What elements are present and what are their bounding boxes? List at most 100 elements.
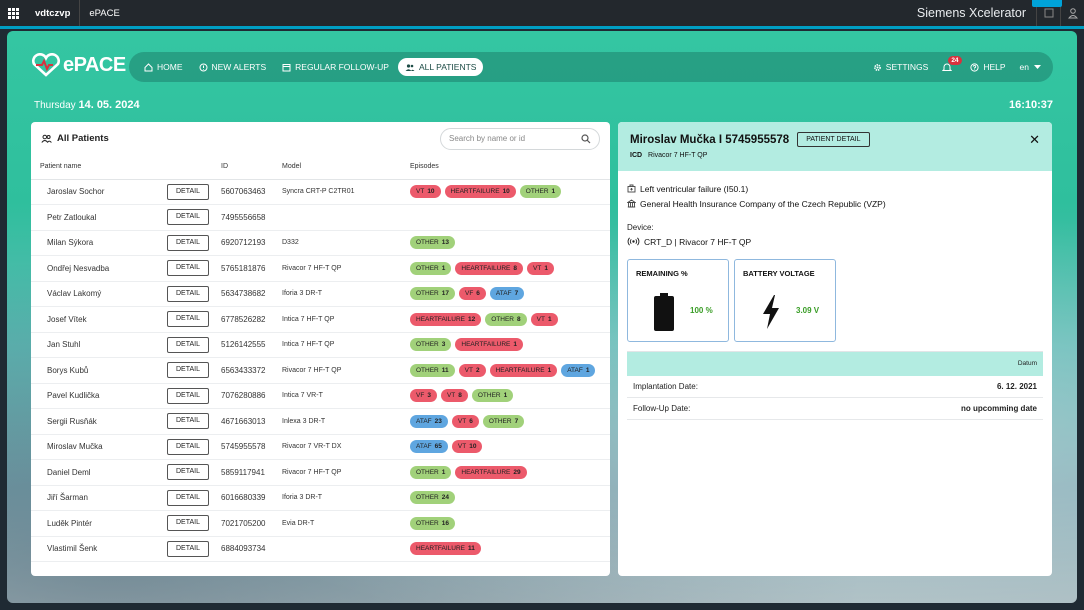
detail-button[interactable]: DETAIL (167, 413, 209, 430)
patient-id: 7021705200 (221, 510, 282, 537)
episode-tag[interactable]: HEARTFAILURE 1 (455, 338, 524, 352)
episodes-cell: OTHER 17 VF 6 ATAF 7 (410, 281, 610, 307)
logo[interactable]: ePACE (31, 53, 126, 77)
episode-tag[interactable]: VF 3 (410, 389, 437, 403)
column-header-id[interactable]: ID (221, 155, 282, 180)
device-model: Intica 7 VR-T (282, 383, 410, 409)
episode-tag[interactable]: VT 8 (440, 389, 468, 403)
table-row[interactable]: Sergii Rusňák DETAIL 4671663013 Inlexa 3 DR… (31, 408, 610, 435)
detail-button[interactable]: DETAIL (167, 515, 209, 532)
table-row[interactable]: Ondřej Nesvadba DETAIL 5765181876 Rivacor 7… (31, 255, 610, 282)
episode-tag[interactable]: HEARTFAILURE 10 (444, 185, 516, 199)
table-row[interactable]: Petr Zatloukal DETAIL 7495556658 (31, 204, 610, 231)
detail-button[interactable]: DETAIL (167, 362, 209, 379)
detail-button[interactable]: DETAIL (167, 311, 209, 328)
episode-tag[interactable]: OTHER 1 (519, 185, 562, 199)
diagnosis-line: Left ventricular failure (I50.1) (627, 181, 1043, 196)
episode-tag[interactable]: OTHER 16 (410, 516, 455, 530)
table-row[interactable]: Luděk Pintér DETAIL 7021705200 Evia DR-T OTH… (31, 510, 610, 537)
column-header-episodes[interactable]: Episodes (410, 155, 610, 180)
patient-id: 6920712193 (221, 230, 282, 256)
table-row[interactable]: Borys Kubů DETAIL 6563433372 Rivacor 7 HF-T… (31, 357, 610, 384)
language-select[interactable]: en (1020, 62, 1045, 72)
episode-tag[interactable]: HEARTFAILURE 29 (455, 465, 527, 479)
search-icon[interactable] (581, 133, 591, 144)
episode-tag[interactable]: VF 6 (458, 287, 486, 301)
detail-button[interactable]: DETAIL (167, 540, 209, 557)
table-row[interactable]: Vlastimil Šenk DETAIL 6884093734 HEARTFAILU… (31, 536, 610, 562)
nav-regular-follow-up[interactable]: REGULAR FOLLOW-UP (275, 58, 396, 76)
episode-tag[interactable]: OTHER 24 (410, 491, 455, 505)
episode-tag[interactable]: HEARTFAILURE 8 (455, 261, 524, 275)
episode-tag[interactable]: VT 10 (451, 440, 483, 454)
table-row[interactable]: Jaroslav Sochor DETAIL 5607063463 Syncra CR… (31, 179, 610, 205)
episode-tag[interactable]: OTHER 17 (410, 287, 455, 301)
battery-voltage-card: BATTERY VOLTAGE 3.09 V (734, 259, 836, 342)
settings-label: SETTINGS (885, 62, 929, 72)
detail-button[interactable]: DETAIL (167, 234, 209, 251)
patient-name: Jaroslav Sochor (31, 179, 167, 205)
detail-button[interactable]: DETAIL (167, 209, 209, 226)
detail-button[interactable]: DETAIL (167, 489, 209, 506)
episode-tag[interactable]: OTHER 1 (410, 465, 452, 479)
users-icon (41, 134, 52, 143)
episode-tag[interactable]: HEARTFAILURE 12 (410, 312, 482, 326)
episode-tag[interactable]: OTHER 11 (410, 363, 455, 377)
table-row[interactable]: Jiří Šarman DETAIL 6016680339 Iforia 3 DR-T… (31, 485, 610, 511)
patients-panel: All Patients Search by name or id Patien… (31, 122, 610, 576)
detail-button[interactable]: DETAIL (167, 260, 209, 277)
table-row[interactable]: Miroslav Mučka DETAIL 5745955578 Rivacor 7 … (31, 434, 610, 460)
episode-tag[interactable]: ATAF 23 (410, 414, 448, 428)
detail-button[interactable]: DETAIL (167, 336, 209, 353)
table-row[interactable]: Josef Vítek DETAIL 6778526282 Intica 7 HF-T… (31, 306, 610, 333)
detail-button[interactable]: DETAIL (167, 387, 209, 404)
episodes-cell: OTHER 16 (410, 510, 610, 537)
patient-id: 5634738682 (221, 281, 282, 307)
episode-tag[interactable]: OTHER 13 (410, 236, 455, 250)
column-header-model[interactable]: Model (282, 155, 410, 180)
detail-button[interactable]: DETAIL (167, 438, 209, 455)
detail-button[interactable]: DETAIL (167, 183, 209, 200)
detail-button[interactable]: DETAIL (167, 464, 209, 481)
nav-all-patients[interactable]: ALL PATIENTS (397, 58, 484, 76)
table-row[interactable]: Milan Sýkora DETAIL 6920712193 D332 OTHER 13 (31, 230, 610, 256)
app-name[interactable]: ePACE (80, 0, 128, 26)
nav-label: REGULAR FOLLOW-UP (295, 62, 389, 72)
episode-tag[interactable]: VT 10 (410, 185, 441, 199)
episode-tag[interactable]: VT 1 (527, 261, 554, 275)
nav-home[interactable]: HOME (137, 58, 190, 76)
episode-tag[interactable]: VT 2 (458, 363, 486, 377)
episode-tag[interactable]: HEARTFAILURE 1 (489, 363, 558, 377)
episode-tag[interactable]: OTHER 3 (410, 338, 452, 352)
close-icon[interactable]: ✕ (1029, 132, 1040, 148)
table-row[interactable]: Václav Lakomý DETAIL 5634738682 Iforia 3 DR… (31, 281, 610, 307)
settings-button[interactable]: SETTINGS (873, 62, 929, 72)
org-name[interactable]: vdtczvp (26, 0, 79, 26)
episode-tag[interactable]: OTHER 1 (410, 261, 452, 275)
episode-tag[interactable]: OTHER 8 (485, 312, 527, 326)
episode-tag[interactable]: HEARTFAILURE 11 (410, 542, 481, 556)
battery-icon (654, 293, 674, 331)
user-icon[interactable] (1060, 0, 1084, 26)
episode-tag[interactable]: VT 1 (530, 312, 558, 326)
remaining-value: 100 % (690, 306, 713, 315)
table-row[interactable]: Daniel Deml DETAIL 5859117941 Rivacor 7 HF-… (31, 459, 610, 486)
app-grid-icon[interactable] (0, 0, 26, 26)
detail-button[interactable]: DETAIL (167, 285, 209, 302)
episode-tag[interactable]: ATAF 65 (410, 440, 448, 454)
table-row[interactable]: Pavel Kudlička DETAIL 7076280886 Intica 7 V… (31, 383, 610, 409)
episode-tag[interactable]: OTHER 1 (471, 389, 514, 403)
nav-new-alerts[interactable]: NEW ALERTS (192, 58, 274, 76)
episode-tag[interactable]: ATAF 7 (489, 287, 525, 301)
patient-detail-button[interactable]: PATIENT DETAIL (797, 132, 870, 147)
table-row[interactable]: Jan Stuhl DETAIL 5126142555 Intica 7 HF-T Q… (31, 332, 610, 358)
episode-tag[interactable]: VT 6 (451, 414, 479, 428)
episode-tag[interactable]: ATAF 1 (561, 363, 596, 377)
notifications-button[interactable]: 24 (942, 56, 962, 72)
column-header-name[interactable]: Patient name (31, 155, 167, 180)
help-button[interactable]: HELP (970, 62, 1006, 72)
episode-tag[interactable]: OTHER 7 (482, 414, 525, 428)
search-input[interactable]: Search by name or id (440, 127, 600, 150)
patient-id: 7495556658 (221, 204, 282, 231)
current-date: Thursday 14. 05. 2024 (34, 99, 140, 111)
